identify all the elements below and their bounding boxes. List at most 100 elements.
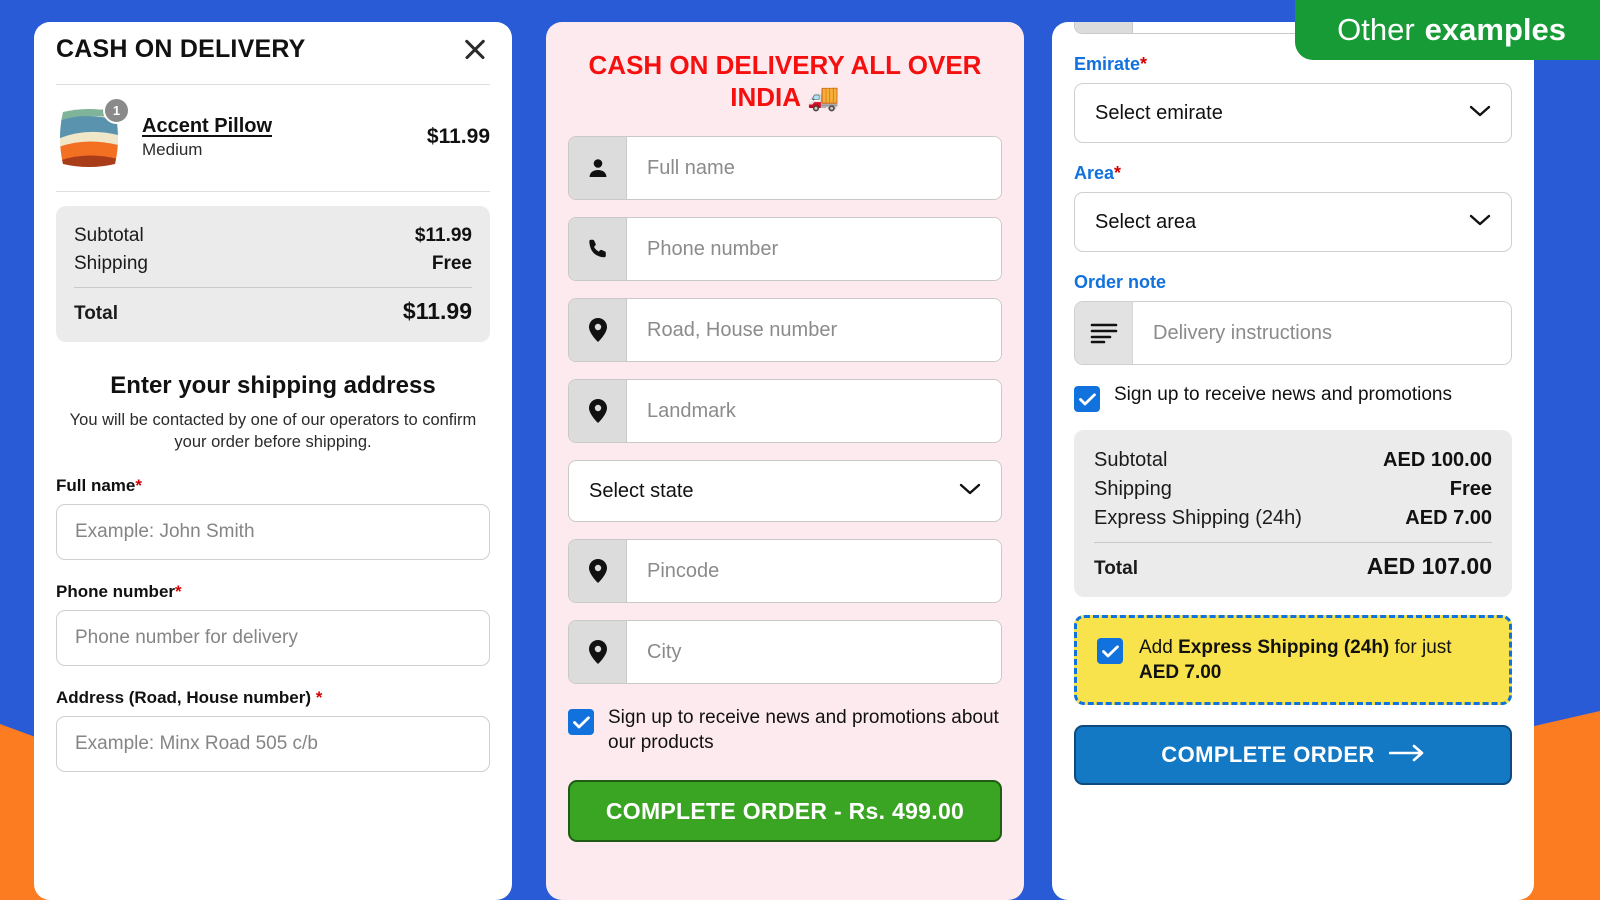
address-label-text: Address (Road, House number)	[56, 687, 312, 707]
cod-checkout-panel-uae: Emirate* Select emirate Area* Select are…	[1052, 22, 1534, 900]
panel1-header: CASH ON DELIVERY	[34, 22, 512, 84]
summary-value: $11.99	[414, 225, 472, 246]
phone-icon	[569, 218, 627, 281]
total-value: AED 107.00	[1366, 553, 1492, 579]
lines-icon	[1075, 302, 1133, 364]
newsletter-label: Sign up to receive news and promotions	[1114, 384, 1452, 405]
cod-checkout-panel-india: CASH ON DELIVERY ALL OVER INDIA 🚚 Full n…	[546, 22, 1024, 900]
emirate-select-value: Select emirate	[1095, 101, 1223, 124]
quantity-badge: 1	[103, 97, 130, 124]
address-label: Address (Road, House number) *	[56, 688, 490, 708]
newsletter-row[interactable]: Sign up to receive news and promotions	[1074, 383, 1512, 412]
input-icon	[1075, 22, 1133, 33]
badge-text-regular: Other	[1337, 12, 1415, 47]
full-name-input[interactable]	[56, 503, 490, 560]
arrow-right-icon	[1388, 742, 1425, 768]
order-note-label: Order note	[1074, 272, 1167, 292]
location-pin-icon	[569, 621, 627, 684]
upsell-middle: for just	[1389, 637, 1452, 658]
road-house-input[interactable]	[627, 299, 1001, 362]
summary-label: Subtotal	[74, 225, 144, 246]
panel2-form: Select state	[546, 136, 1024, 843]
chevron-down-icon	[1469, 213, 1491, 232]
line-item-price: $11.99	[426, 125, 490, 148]
city-group	[568, 620, 1002, 685]
divider	[1094, 542, 1492, 543]
newsletter-checkbox[interactable]	[1074, 386, 1100, 412]
area-select-value: Select area	[1095, 210, 1197, 233]
product-name-link[interactable]: Accent Pillow	[142, 115, 413, 138]
area-select[interactable]: Select area	[1074, 192, 1512, 252]
summary-value: Free	[431, 253, 472, 274]
location-pin-icon	[569, 299, 627, 362]
complete-order-button[interactable]: COMPLETE ORDER	[1074, 725, 1512, 786]
divider	[74, 287, 472, 288]
line-item-details: Accent Pillow Medium	[142, 115, 413, 160]
summary-value: AED 7.00	[1405, 507, 1492, 529]
total-value: $11.99	[402, 298, 472, 324]
newsletter-row[interactable]: Sign up to receive news and promotions a…	[568, 706, 1002, 755]
emirate-select[interactable]: Select emirate	[1074, 83, 1512, 143]
area-label-text: Area	[1074, 163, 1115, 183]
product-thumbnail: 1	[56, 97, 130, 173]
check-icon	[1078, 392, 1096, 405]
order-line-item: 1 Accent Pillow Medium $11.99	[34, 85, 512, 191]
required-asterisk: *	[135, 475, 142, 495]
upsell-prefix: Add	[1139, 637, 1179, 658]
other-examples-badge[interactable]: Other examples	[1295, 0, 1600, 60]
cod-checkout-panel-usd: CASH ON DELIVERY 1 Accent Pillow Medium …	[34, 22, 512, 900]
state-select[interactable]: Select state	[568, 460, 1002, 523]
newsletter-checkbox[interactable]	[568, 709, 594, 736]
summary-value: Free	[1449, 478, 1492, 500]
summary-total-row: Total AED 107.00	[1094, 550, 1492, 583]
check-icon	[1101, 644, 1119, 657]
order-summary-box: Subtotal AED 100.00 Shipping Free Expres…	[1074, 430, 1512, 597]
upsell-bold-price: AED 7.00	[1139, 662, 1222, 684]
panel1-form: Full name* Phone number* Address (Road, …	[34, 476, 512, 772]
full-name-label: Full name*	[56, 476, 490, 496]
badge-text-bold: examples	[1424, 12, 1566, 47]
summary-row: Subtotal AED 100.00	[1094, 446, 1492, 475]
summary-total-row: Total $11.99	[74, 295, 472, 328]
pincode-group	[568, 539, 1002, 604]
full-name-label-text: Full name	[56, 475, 136, 495]
order-summary-box: Subtotal $11.99 Shipping Free Total $11.…	[56, 206, 490, 342]
summary-row: Express Shipping (24h) AED 7.00	[1094, 504, 1492, 533]
express-shipping-upsell[interactable]: Add Express Shipping (24h) for just AED …	[1074, 615, 1512, 706]
page-title: CASH ON DELIVERY	[56, 34, 306, 63]
location-pin-icon	[569, 380, 627, 443]
complete-order-button[interactable]: COMPLETE ORDER - Rs. 499.00	[568, 780, 1002, 843]
close-icon[interactable]	[460, 34, 490, 64]
shipping-section-title: Enter your shipping address	[110, 372, 436, 399]
divider	[56, 191, 490, 192]
phone-number-input[interactable]	[627, 218, 1001, 281]
person-icon	[569, 137, 627, 200]
express-shipping-checkbox[interactable]	[1097, 638, 1123, 664]
road-house-group	[568, 298, 1002, 363]
city-input[interactable]	[627, 621, 1001, 684]
summary-label: Shipping	[1094, 478, 1172, 500]
total-label: Total	[1094, 558, 1138, 579]
landmark-input[interactable]	[627, 380, 1001, 443]
panel3-form: Emirate* Select emirate Area* Select are…	[1052, 22, 1534, 786]
summary-label: Subtotal	[1094, 449, 1168, 471]
order-note-group	[1074, 301, 1512, 365]
pincode-input[interactable]	[627, 540, 1001, 603]
required-asterisk: *	[1114, 163, 1122, 183]
phone-number-input[interactable]	[56, 609, 490, 666]
emirate-label-text: Emirate	[1074, 54, 1141, 74]
order-note-input[interactable]	[1133, 302, 1511, 364]
complete-order-label: COMPLETE ORDER	[1161, 742, 1375, 768]
full-name-input[interactable]	[627, 137, 1001, 200]
full-name-group	[568, 136, 1002, 201]
chevron-down-icon	[959, 482, 981, 501]
phone-number-label-text: Phone number	[56, 581, 176, 601]
state-select-value: Select state	[589, 479, 694, 502]
required-asterisk: *	[175, 581, 182, 601]
summary-row: Shipping Free	[74, 250, 472, 278]
address-input[interactable]	[56, 715, 490, 772]
check-icon	[572, 716, 590, 729]
location-pin-icon	[569, 540, 627, 603]
summary-label: Shipping	[74, 253, 148, 274]
landmark-group	[568, 379, 1002, 444]
